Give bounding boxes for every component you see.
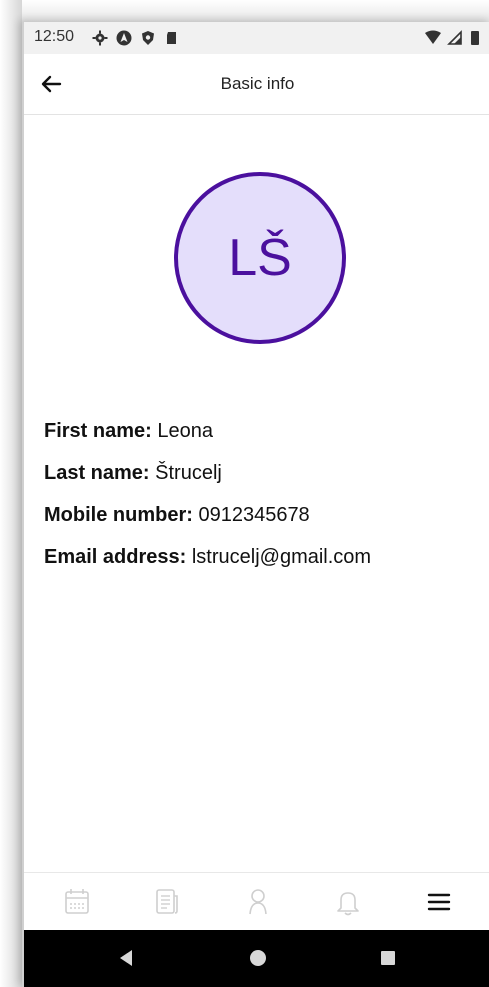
device-screen: 12:50 Basic info LŠ First name: Leona La…: [22, 22, 489, 987]
shield-icon: [142, 31, 154, 45]
menu-icon: [427, 893, 451, 911]
last-name-row: Last name: Štrucelj: [44, 452, 484, 494]
screen: 12:50 Basic info LŠ First name: Leona La…: [0, 0, 489, 987]
status-bar: 12:50: [24, 22, 489, 54]
first-name-label: First name:: [44, 420, 152, 442]
shadow-left: [0, 0, 22, 987]
home-circle-icon[interactable]: [248, 948, 268, 968]
avatar-initials: LŠ: [228, 229, 292, 287]
avatar: LŠ: [174, 172, 346, 344]
gear-icon: [92, 30, 108, 46]
system-nav-bar: [24, 930, 489, 987]
sd-card-icon: [167, 32, 176, 44]
email-address-label: Email address:: [44, 546, 187, 568]
app-bar: Basic info: [24, 54, 489, 115]
mobile-number-value: 0912345678: [198, 504, 310, 526]
mobile-number-label: Mobile number:: [44, 504, 193, 526]
bottom-nav: [24, 872, 489, 931]
first-name-row: First name: Leona: [44, 410, 484, 452]
last-name-label: Last name:: [44, 462, 150, 484]
back-triangle-icon[interactable]: [116, 948, 136, 968]
page-title: Basic info: [220, 74, 295, 93]
nav-news[interactable]: [150, 885, 184, 919]
recents-square-icon[interactable]: [378, 948, 398, 968]
email-address-row: Email address: lstrucelj@gmail.com: [44, 536, 484, 578]
nav-profile[interactable]: [241, 885, 275, 919]
first-name-value: Leona: [157, 420, 213, 442]
bell-icon: [337, 892, 359, 916]
news-icon: [156, 889, 178, 914]
mobile-number-row: Mobile number: 0912345678: [44, 494, 484, 536]
status-time: 12:50: [34, 28, 75, 45]
basic-info-list: First name: Leona Last name: Štrucelj Mo…: [44, 410, 484, 578]
profile-icon: [249, 889, 267, 915]
status-right: [421, 30, 483, 46]
nav-notifications[interactable]: [331, 885, 365, 919]
nav-menu[interactable]: [422, 885, 456, 919]
navigation-icon: [116, 30, 132, 46]
nav-calendar[interactable]: [60, 885, 94, 919]
wifi-icon: [425, 30, 479, 45]
shadow-top: [0, 0, 489, 22]
email-address-value: lstrucelj@gmail.com: [191, 546, 372, 568]
calendar-icon: [65, 889, 89, 914]
last-name-value: Štrucelj: [155, 462, 222, 484]
